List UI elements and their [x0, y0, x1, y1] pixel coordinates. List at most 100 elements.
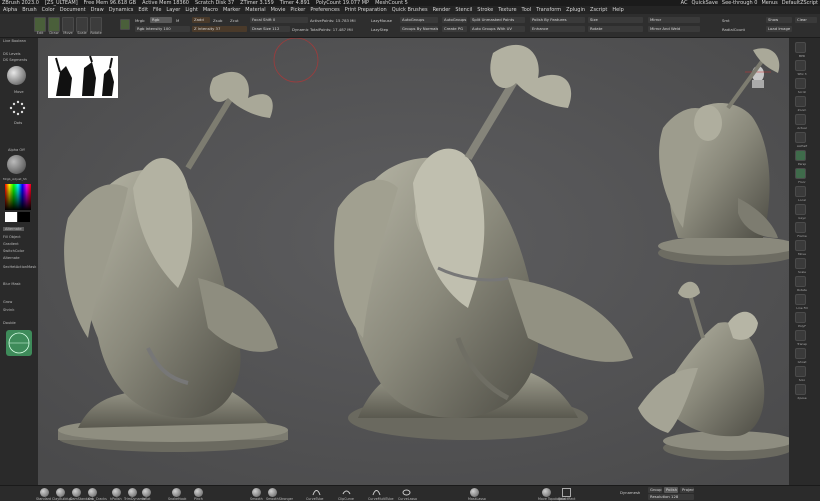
polish-by-features-button[interactable]: Polish By Features [530, 17, 585, 23]
draw-size-slider[interactable]: Draw Size 112 [250, 26, 290, 32]
group-toggle[interactable]: Group [648, 487, 662, 493]
menu-print-preparation[interactable]: Print Preparation [345, 7, 387, 13]
alternate-button-2[interactable]: Alternate [3, 256, 20, 260]
autogroups-button-2[interactable]: AutoGroups [442, 17, 467, 23]
move-view-button[interactable] [795, 240, 806, 251]
clear-button[interactable]: Clear [795, 17, 817, 23]
primary-color-swatch[interactable] [5, 212, 17, 222]
scale-view-button[interactable] [795, 258, 806, 269]
zsub-toggle[interactable]: Zsub [213, 18, 222, 23]
menu-color[interactable]: Color [42, 7, 55, 13]
menu-marker[interactable]: Marker [223, 7, 240, 13]
menu-picker[interactable]: Picker [290, 7, 305, 13]
smooth-brush-icon[interactable] [252, 488, 261, 497]
orb-cracks-brush-icon[interactable] [88, 488, 97, 497]
local-button[interactable] [795, 186, 806, 197]
curvelasso-brush-icon[interactable] [402, 488, 411, 497]
menu-macro[interactable]: Macro [203, 7, 218, 13]
menu-dynamics[interactable]: Dynamics [109, 7, 134, 13]
dynamesh-button[interactable]: Dynamesh [620, 490, 640, 495]
aahalf-button[interactable] [795, 132, 806, 143]
hpolish-brush-icon[interactable] [112, 488, 121, 497]
auto-groups-uv-button[interactable]: Auto Groups With UV [470, 26, 525, 32]
menu-quick-brushes[interactable]: Quick Brushes [392, 7, 428, 13]
floor-button[interactable] [795, 168, 806, 179]
rotate-mode-button[interactable] [90, 17, 102, 32]
menu-alpha[interactable]: Alpha [3, 7, 17, 13]
polish-toggle[interactable]: Polish [664, 487, 678, 493]
zoom-button[interactable] [795, 96, 806, 107]
menu-material[interactable]: Material [245, 7, 265, 13]
poly-frame-button[interactable] [120, 19, 130, 30]
inflat-brush-icon[interactable] [142, 488, 151, 497]
standard-brush-icon[interactable] [40, 488, 49, 497]
menu-document[interactable]: Document [60, 7, 86, 13]
m-toggle[interactable]: M [176, 18, 179, 23]
transp-button[interactable] [795, 330, 806, 341]
menu-edit[interactable]: Edit [138, 7, 148, 13]
masklasso-brush-icon[interactable] [470, 488, 479, 497]
line-fill-button[interactable] [795, 294, 806, 305]
menu-layer[interactable]: Layer [166, 7, 180, 13]
menu-help[interactable]: Help [612, 7, 623, 13]
menu-render[interactable]: Render [433, 7, 451, 13]
lazystep-slider[interactable]: LazyStep [371, 27, 388, 32]
menu-brush[interactable]: Brush [22, 7, 36, 13]
edit-mode-button[interactable] [34, 17, 46, 32]
bpr-button[interactable] [795, 42, 806, 53]
groups-by-normals-button[interactable]: Groups By Normals [400, 26, 438, 32]
solo-button[interactable] [795, 366, 806, 377]
brush-preview-icon[interactable] [7, 66, 26, 85]
fill-object-button[interactable]: Fill Object [3, 235, 21, 239]
gizmo-sphere-icon[interactable] [6, 330, 32, 356]
project-toggle[interactable]: Project [680, 487, 694, 493]
ghost-button[interactable] [795, 348, 806, 359]
menu-stroke[interactable]: Stroke [477, 7, 493, 13]
lazymouse-toggle[interactable]: LazyMouse [371, 18, 392, 23]
mrgb-toggle[interactable]: Mrgb [135, 18, 145, 23]
mirror-button[interactable]: Mirror [648, 17, 700, 23]
smt-toggle[interactable]: Smt [722, 18, 730, 23]
selectrect-brush-icon[interactable] [562, 488, 571, 497]
spix-button[interactable] [795, 60, 806, 71]
move-mode-button[interactable] [62, 17, 74, 32]
gradient-button[interactable]: Gradient [3, 242, 19, 246]
menu-light[interactable]: Light [185, 7, 197, 13]
trimdynamic-brush-icon[interactable] [128, 488, 137, 497]
shrink-mask-button[interactable]: Shrink [3, 308, 14, 312]
draw-mode-button[interactable] [48, 17, 60, 32]
secondary-color-swatch[interactable] [18, 212, 30, 222]
snakehook-brush-icon[interactable] [172, 488, 181, 497]
scale-mode-button[interactable] [76, 17, 88, 32]
menu-texture[interactable]: Texture [498, 7, 516, 13]
menu-transform[interactable]: Transform [536, 7, 561, 13]
rotate-view-button[interactable] [795, 276, 806, 287]
radial-count-slider[interactable]: RadialCount [722, 27, 745, 32]
viewport-canvas[interactable] [38, 38, 789, 485]
size-slider[interactable]: Size [588, 17, 643, 23]
stroke-dots-icon[interactable] [7, 98, 27, 118]
clipcurve-brush-icon[interactable] [342, 488, 351, 497]
frame-button[interactable] [795, 222, 806, 233]
persp-button[interactable] [795, 150, 806, 161]
rotate-slider[interactable]: Rotate [588, 26, 643, 32]
curvemultitube-brush-icon[interactable] [372, 488, 381, 497]
create-pg-button[interactable]: Create PG [442, 26, 467, 32]
move-topological-brush-icon[interactable] [542, 488, 551, 497]
scroll-button[interactable] [795, 78, 806, 89]
live-boolean-button[interactable]: Live Boolean [3, 39, 26, 43]
menu-zplugin[interactable]: Zplugin [566, 7, 585, 13]
split-unmasked-button[interactable]: Split Unmasked Points [470, 17, 525, 23]
color-picker[interactable] [5, 184, 31, 210]
alternate-button[interactable]: Alternate [3, 227, 24, 231]
enhance-button[interactable]: Enhance [530, 26, 585, 32]
actual-button[interactable] [795, 114, 806, 125]
autogroups-button[interactable]: AutoGroups [400, 17, 438, 23]
xpose-button[interactable] [795, 384, 806, 395]
zcut-toggle[interactable]: Zcut [230, 18, 239, 23]
zadd-toggle[interactable]: Zadd [192, 17, 210, 23]
menu-preferences[interactable]: Preferences [310, 7, 339, 13]
curvetube-brush-icon[interactable] [312, 488, 321, 497]
blur-mask-button[interactable]: Blur Mask [3, 282, 21, 286]
gxyz-button[interactable] [795, 204, 806, 215]
